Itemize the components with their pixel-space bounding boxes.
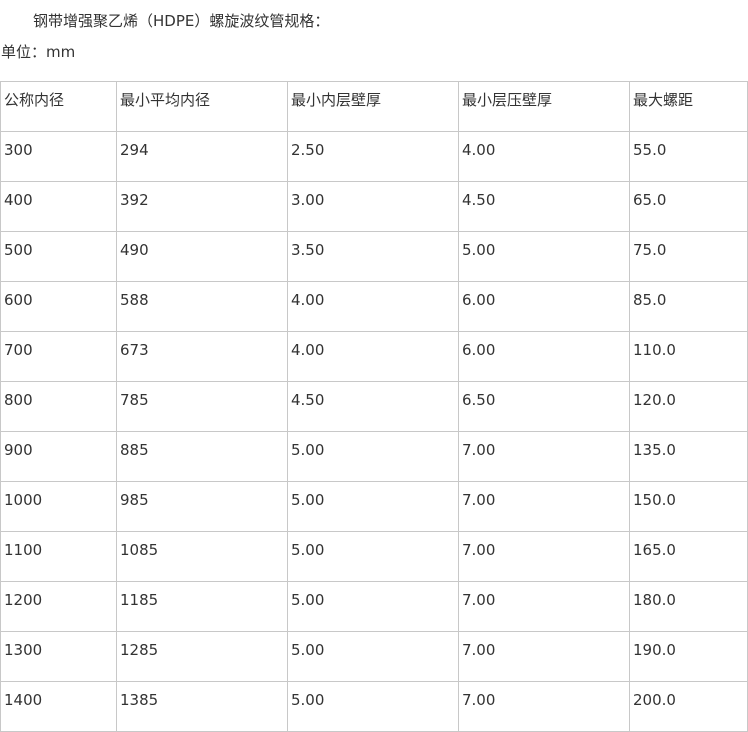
cell-max-pitch: 75.0 [629,231,748,282]
cell-min-mean-inner-diameter: 1285 [116,631,288,682]
cell-min-mean-inner-diameter: 392 [116,181,288,232]
cell-min-laminated-wall-thickness: 7.00 [458,581,630,632]
table-row: 1200 1185 5.00 7.00 180.0 [0,581,748,632]
cell-max-pitch: 150.0 [629,481,748,532]
cell-nominal-diameter: 700 [0,331,117,382]
table-row: 800 785 4.50 6.50 120.0 [0,381,748,432]
cell-min-inner-wall-thickness: 3.00 [287,181,459,232]
cell-min-inner-wall-thickness: 3.50 [287,231,459,282]
header-min-mean-inner-diameter: 最小平均内径 [116,81,288,132]
cell-min-mean-inner-diameter: 1185 [116,581,288,632]
cell-nominal-diameter: 400 [0,181,117,232]
cell-nominal-diameter: 1000 [0,481,117,532]
table-row: 1400 1385 5.00 7.00 200.0 [0,681,748,732]
cell-min-laminated-wall-thickness: 7.00 [458,631,630,682]
cell-min-inner-wall-thickness: 2.50 [287,131,459,182]
cell-min-laminated-wall-thickness: 6.50 [458,381,630,432]
spec-table: 公称内径 最小平均内径 最小内层壁厚 最小层压壁厚 最大螺距 300 294 2.5… [0,81,748,732]
table-row: 600 588 4.00 6.00 85.0 [0,281,748,332]
table-header-row: 公称内径 最小平均内径 最小内层壁厚 最小层压壁厚 最大螺距 [0,81,748,132]
table-row: 900 885 5.00 7.00 135.0 [0,431,748,482]
cell-min-mean-inner-diameter: 1085 [116,531,288,582]
cell-min-mean-inner-diameter: 294 [116,131,288,182]
cell-min-inner-wall-thickness: 5.00 [287,431,459,482]
table-row: 1100 1085 5.00 7.00 165.0 [0,531,748,582]
cell-min-laminated-wall-thickness: 7.00 [458,681,630,732]
cell-nominal-diameter: 900 [0,431,117,482]
cell-min-mean-inner-diameter: 985 [116,481,288,532]
cell-nominal-diameter: 600 [0,281,117,332]
cell-nominal-diameter: 500 [0,231,117,282]
table-body: 300 294 2.50 4.00 55.0 400 392 3.00 4.50 65.0 500 4… [0,131,748,732]
header-max-pitch: 最大螺距 [629,81,748,132]
cell-max-pitch: 135.0 [629,431,748,482]
cell-min-mean-inner-diameter: 588 [116,281,288,332]
unit-label: 单位：mm [1,43,76,61]
cell-max-pitch: 55.0 [629,131,748,182]
cell-nominal-diameter: 300 [0,131,117,182]
table-row: 400 392 3.00 4.50 65.0 [0,181,748,232]
cell-min-inner-wall-thickness: 5.00 [287,531,459,582]
cell-min-inner-wall-thickness: 5.00 [287,631,459,682]
cell-min-laminated-wall-thickness: 6.00 [458,331,630,382]
cell-min-inner-wall-thickness: 5.00 [287,481,459,532]
table-row: 500 490 3.50 5.00 75.0 [0,231,748,282]
header-min-inner-wall-thickness: 最小内层壁厚 [287,81,459,132]
cell-nominal-diameter: 1300 [0,631,117,682]
cell-max-pitch: 85.0 [629,281,748,332]
cell-min-mean-inner-diameter: 1385 [116,681,288,732]
cell-min-laminated-wall-thickness: 4.50 [458,181,630,232]
cell-min-laminated-wall-thickness: 7.00 [458,481,630,532]
header-nominal-diameter: 公称内径 [0,81,117,132]
header-min-laminated-wall-thickness: 最小层压壁厚 [458,81,630,132]
cell-min-inner-wall-thickness: 5.00 [287,581,459,632]
spec-title: 钢带增强聚乙烯（HDPE）螺旋波纹管规格： [33,12,330,30]
cell-max-pitch: 65.0 [629,181,748,232]
cell-min-inner-wall-thickness: 4.50 [287,381,459,432]
cell-nominal-diameter: 1100 [0,531,117,582]
cell-min-inner-wall-thickness: 5.00 [287,681,459,732]
table-row: 1000 985 5.00 7.00 150.0 [0,481,748,532]
cell-max-pitch: 180.0 [629,581,748,632]
cell-max-pitch: 200.0 [629,681,748,732]
cell-min-mean-inner-diameter: 785 [116,381,288,432]
cell-min-inner-wall-thickness: 4.00 [287,281,459,332]
cell-nominal-diameter: 1200 [0,581,117,632]
cell-min-laminated-wall-thickness: 7.00 [458,431,630,482]
cell-min-laminated-wall-thickness: 6.00 [458,281,630,332]
cell-max-pitch: 190.0 [629,631,748,682]
cell-nominal-diameter: 800 [0,381,117,432]
cell-max-pitch: 110.0 [629,331,748,382]
cell-nominal-diameter: 1400 [0,681,117,732]
cell-min-mean-inner-diameter: 673 [116,331,288,382]
cell-min-mean-inner-diameter: 885 [116,431,288,482]
table-row: 1300 1285 5.00 7.00 190.0 [0,631,748,682]
cell-min-laminated-wall-thickness: 4.00 [458,131,630,182]
cell-max-pitch: 120.0 [629,381,748,432]
cell-min-laminated-wall-thickness: 5.00 [458,231,630,282]
cell-min-mean-inner-diameter: 490 [116,231,288,282]
table-row: 700 673 4.00 6.00 110.0 [0,331,748,382]
table-row: 300 294 2.50 4.00 55.0 [0,131,748,182]
cell-min-inner-wall-thickness: 4.00 [287,331,459,382]
cell-max-pitch: 165.0 [629,531,748,582]
cell-min-laminated-wall-thickness: 7.00 [458,531,630,582]
